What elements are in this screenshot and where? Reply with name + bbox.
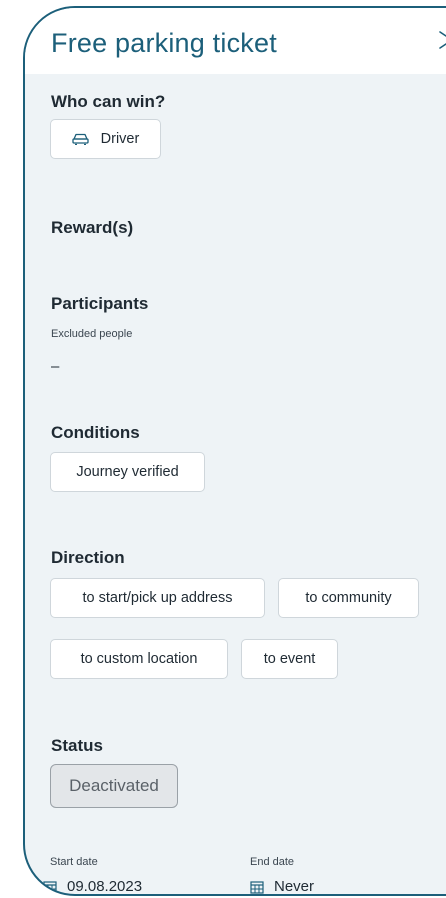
driver-chip-label: Driver xyxy=(100,131,140,147)
panel-header: Free parking ticket xyxy=(25,8,446,74)
status-heading: Status xyxy=(51,736,103,755)
end-date-value-row: Never xyxy=(250,878,315,895)
participants-heading: Participants xyxy=(51,294,149,313)
direction-chip-community[interactable]: to community xyxy=(278,578,419,618)
conditions-heading: Conditions xyxy=(51,423,140,442)
start-date-value-row: 09.08.2023 xyxy=(43,878,143,895)
calendar-icon xyxy=(250,880,264,894)
close-icon[interactable] xyxy=(437,26,446,54)
start-date-value: 09.08.2023 xyxy=(67,878,143,895)
start-date-label: Start date xyxy=(50,856,98,868)
car-icon xyxy=(72,133,89,145)
end-date-label: End date xyxy=(250,856,295,868)
status-badge: Deactivated xyxy=(50,764,178,808)
direction-chip-event[interactable]: to event xyxy=(241,639,338,679)
panel-title: Free parking ticket xyxy=(51,28,277,58)
end-date-value: Never xyxy=(274,878,315,895)
who-can-win-heading: Who can win? xyxy=(51,92,166,111)
rewards-heading: Reward(s) xyxy=(51,218,134,237)
reward-detail-panel: Free parking ticket Who can win? Driver … xyxy=(23,6,446,896)
calendar-icon xyxy=(43,880,57,894)
driver-chip[interactable]: Driver xyxy=(50,119,161,159)
direction-chip-custom-location[interactable]: to custom location xyxy=(50,639,228,679)
condition-chip-journey-verified[interactable]: Journey verified xyxy=(50,452,205,492)
excluded-people-label: Excluded people xyxy=(51,328,133,340)
direction-heading: Direction xyxy=(51,548,125,567)
excluded-people-value: – xyxy=(51,358,60,375)
direction-chip-start-address[interactable]: to start/pick up address xyxy=(50,578,265,618)
